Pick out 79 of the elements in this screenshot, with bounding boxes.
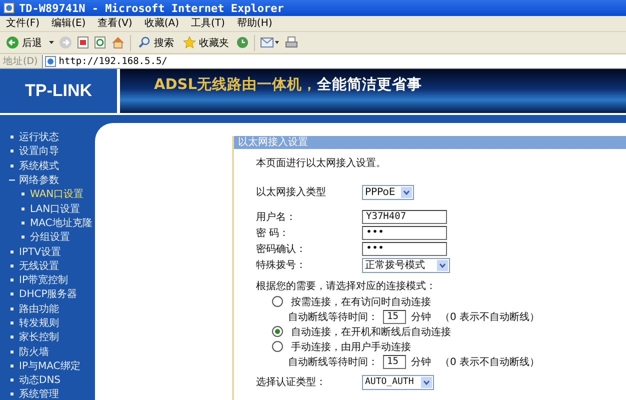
timeout-field[interactable]: 15 <box>383 310 406 324</box>
back-button[interactable]: 后退 <box>4 34 44 52</box>
page-icon <box>44 56 56 66</box>
menu-item[interactable]: 编辑(E) <box>52 17 86 30</box>
caret-icon <box>421 376 432 388</box>
address-label: 地址(D) <box>3 54 38 68</box>
sidebar-item[interactable]: 转发规则 <box>0 316 95 330</box>
sidebar-item[interactable]: 设置向导 <box>0 144 95 159</box>
sidebar-item[interactable]: IP带宽控制 <box>0 272 95 288</box>
radio-button[interactable] <box>272 326 283 337</box>
sidebar-subitem[interactable]: MAC地址克隆 <box>0 216 95 230</box>
mail-icon[interactable] <box>260 36 280 49</box>
caret-icon <box>437 260 448 270</box>
history-icon[interactable] <box>236 36 249 49</box>
sidebar-item[interactable]: 系统模式 <box>0 158 95 173</box>
back-arrow-icon <box>6 36 19 49</box>
menu-item[interactable]: 工具(T) <box>191 17 225 30</box>
radio-button[interactable] <box>272 341 283 352</box>
star-icon <box>183 36 196 49</box>
window-title: TD-W89741N - Microsoft Internet Explorer <box>19 2 284 14</box>
password-field[interactable]: ••• <box>362 226 447 240</box>
menu-item[interactable]: 查看(V) <box>98 17 132 30</box>
timeout-note: （0 表示不自动断线） <box>440 310 540 324</box>
field-label: 用户名： <box>256 210 297 224</box>
menu-item[interactable]: 收藏(A) <box>144 17 179 30</box>
sidebar-item[interactable]: DHCP服务器 <box>0 287 95 302</box>
sidebar-item[interactable]: IPTV设置 <box>0 244 95 259</box>
timeout-label: 自动断线等待时间： <box>288 310 378 324</box>
sidebar-item[interactable]: 无线设置 <box>0 258 95 273</box>
sidebar-item[interactable]: 系统管理 <box>0 387 95 400</box>
radio-label: 按需连接，在有访问时自动连接 <box>291 296 431 308</box>
address-field[interactable]: http://192.168.5.5/ <box>42 54 626 68</box>
home-icon[interactable] <box>111 36 125 49</box>
panel-title: 以太网接入设置 <box>234 136 626 149</box>
unit-label: 分钟 <box>411 310 431 324</box>
sidebar-item[interactable]: 路由功能 <box>0 302 95 316</box>
printer-icon[interactable] <box>285 36 298 49</box>
sidebar-item[interactable]: 运行状态 <box>0 130 95 144</box>
password-field[interactable]: ••• <box>362 242 447 256</box>
sidebar-item[interactable]: 网络参数 <box>0 172 95 188</box>
field-label: 以太网接入类型 <box>256 186 327 199</box>
sidebar-item[interactable]: 动态DNS <box>0 373 95 388</box>
search-icon <box>138 36 151 49</box>
input-field[interactable]: Y37H407 <box>362 210 447 224</box>
intro-text: 本页面进行以太网接入设置。 <box>256 157 387 171</box>
mode-prompt: 根据您的需要，请选择对应的连接模式： <box>256 280 437 294</box>
unit-label: 分钟 <box>411 356 431 368</box>
sidebar-item[interactable]: 防火墙 <box>0 344 95 359</box>
field-label: 密码确认： <box>256 242 307 256</box>
sidebar-subitem[interactable]: 分组设置 <box>0 230 95 244</box>
minus-icon <box>9 177 15 184</box>
sidebar-item[interactable]: 家长控制 <box>0 330 95 344</box>
logo: TP-LINK <box>24 81 92 101</box>
stop-icon[interactable] <box>77 36 89 49</box>
timeout-field[interactable]: 15 <box>383 354 406 368</box>
page-icon <box>3 2 15 14</box>
bullet-icon <box>9 320 15 326</box>
dropdown-arrow-icon[interactable] <box>49 40 54 44</box>
field-label: 特殊拨号： <box>256 258 307 272</box>
refresh-icon[interactable] <box>94 36 106 49</box>
type-select[interactable]: PPPoE <box>362 184 414 200</box>
sidebar-subitem[interactable]: WAN口设置 <box>0 187 95 202</box>
radio-label: 自动连接，在开机和断线后自动连接 <box>291 326 451 338</box>
dial-select[interactable]: 正常拨号模式 <box>362 258 450 272</box>
radio-label: 手动连接，由用户手动连接 <box>291 340 411 354</box>
timeout-note: （0 表示不自动断线） <box>440 356 540 368</box>
banner-slogan: ADSL无线路由一体机，全能简洁更省事 <box>154 76 422 94</box>
radio-button[interactable] <box>272 296 283 307</box>
search-button[interactable]: 搜索 <box>136 34 176 52</box>
sidebar-subitem[interactable]: LAN口设置 <box>0 201 95 216</box>
field-label: 密 码： <box>256 226 290 240</box>
field-label: 选择认证类型： <box>256 376 327 389</box>
caret-icon <box>401 186 412 198</box>
timeout-label: 自动断线等待时间： <box>288 356 378 368</box>
menu-item[interactable]: 文件(F) <box>6 17 40 30</box>
auth-select[interactable]: AUTO_AUTH <box>362 374 434 390</box>
menu-item[interactable]: 帮助(H) <box>236 17 272 30</box>
favorites-button[interactable]: 收藏夹 <box>181 34 231 52</box>
sidebar-item[interactable]: IP与MAC绑定 <box>0 358 95 374</box>
